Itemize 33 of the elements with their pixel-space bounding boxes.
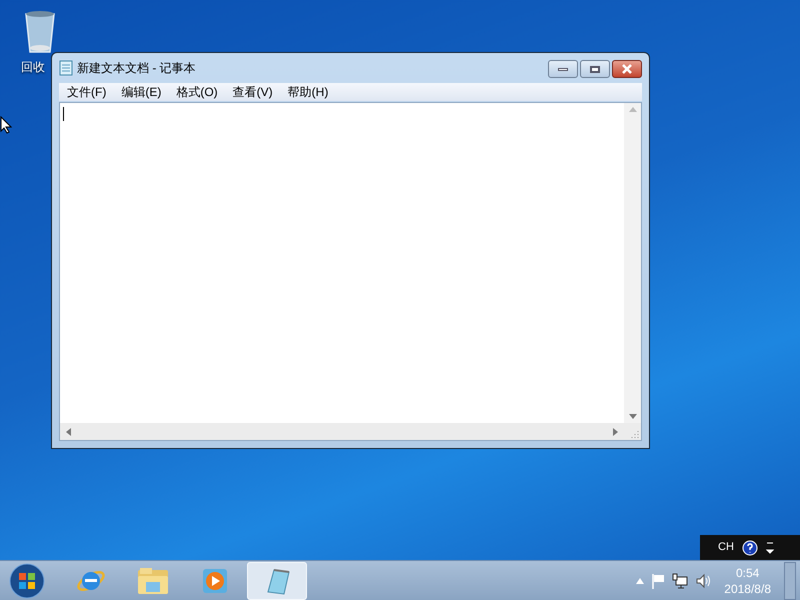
scroll-right-arrow-icon[interactable] [613,428,618,436]
scroll-left-arrow-icon[interactable] [66,428,71,436]
minimize-button[interactable] [548,60,578,78]
folder-icon [136,566,170,596]
horizontal-scrollbar[interactable] [60,423,624,440]
flag-icon[interactable] [651,572,666,588]
close-button[interactable] [612,60,642,78]
start-orb-icon[interactable] [9,562,45,598]
maximize-button[interactable] [580,60,610,78]
caret-icon[interactable] [766,540,774,554]
vertical-scrollbar[interactable] [624,103,641,423]
resize-grip-icon[interactable] [631,430,639,438]
close-icon [621,64,633,74]
menu-item[interactable]: 编辑(E) [115,83,168,101]
help-icon[interactable] [742,540,758,556]
window-title: 新建文本文档 - 记事本 [77,60,196,77]
mouse-pointer-icon [0,116,12,134]
text-cursor [63,107,64,121]
clock-date: 2018/8/8 [724,580,771,596]
clock-time: 0:54 [736,564,760,580]
language-bar[interactable]: CH [700,535,800,560]
menu-item[interactable]: 格式(O) [170,83,224,101]
show-hidden-icons-icon[interactable] [636,578,644,584]
menu-item[interactable]: 查看(V) [226,83,279,101]
notepad-icon [59,60,73,76]
menu-item[interactable]: 文件(F) [61,83,112,101]
menu-item[interactable]: 帮助(H) [282,83,334,101]
network-icon[interactable] [672,572,688,588]
taskbar-button[interactable] [247,562,307,600]
language-indicator[interactable]: CH [718,539,734,556]
speaker-icon[interactable] [695,572,712,588]
desktop-icon-label[interactable]: 回收 [21,58,45,76]
scroll-down-arrow-icon[interactable] [628,414,636,419]
